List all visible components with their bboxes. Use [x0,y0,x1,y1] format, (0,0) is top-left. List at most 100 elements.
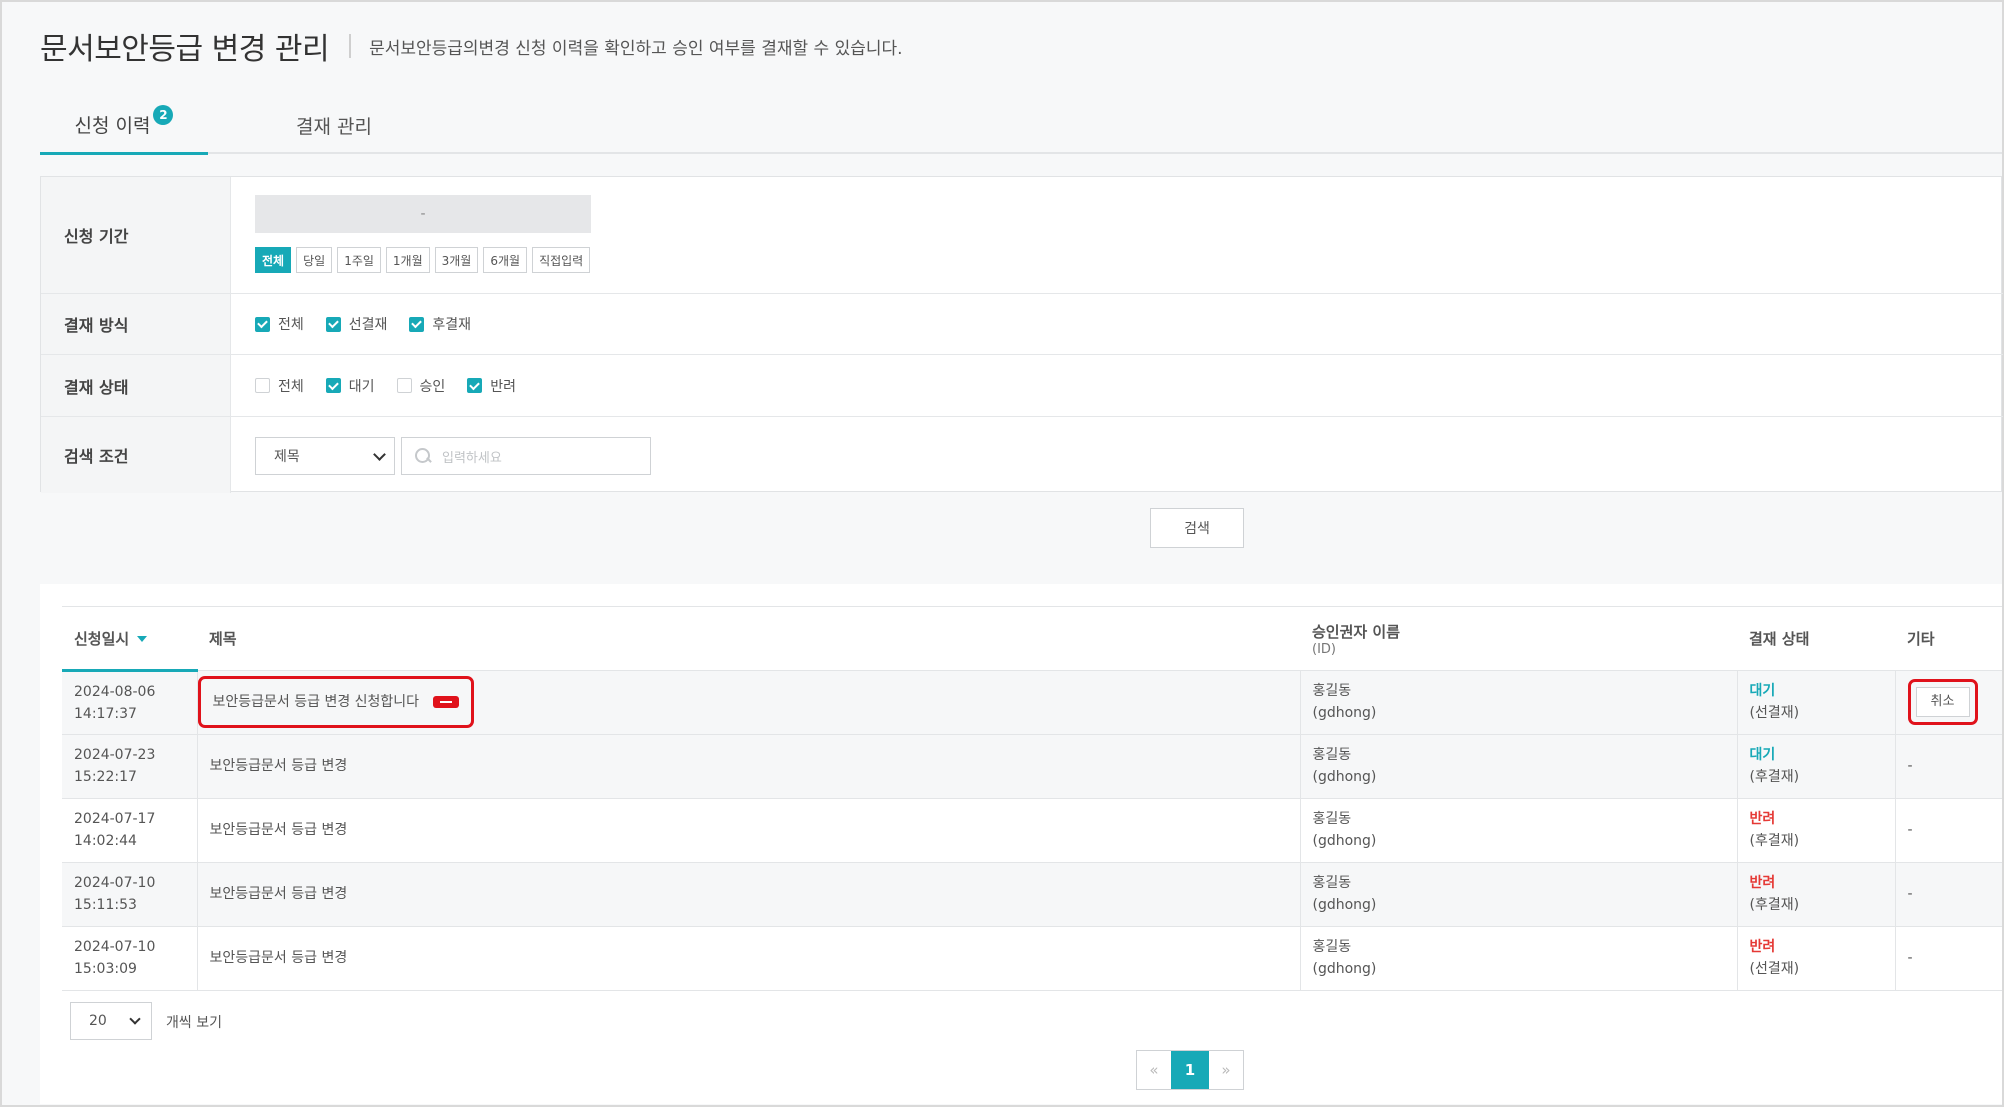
cell-date: 2024-08-06 14:17:37 [62,670,197,735]
search-field-select[interactable]: 제목 [255,437,395,475]
cell-approver: 홍길동 (gdhong) [1299,670,1737,735]
filter-label: 결재 상태 [41,355,231,416]
cell-etc: - [1894,862,2002,927]
row-title-link[interactable]: 보안등급문서 등급 변경 신청합니다 [213,691,420,713]
approver-id: (gdhong) [1312,833,1377,849]
checkbox-icon [396,378,412,393]
column-header-etc: 기타 [1895,608,2002,671]
filter-panel: 신청 기간 - 전체 당일 1주일 1개월 3개월 6개월 직접입력 결재 방식… [40,176,2003,493]
column-header-date[interactable]: 신청일시 [62,608,197,672]
time-text: 15:11:53 [74,897,137,913]
period-button-custom[interactable]: 직접입력 [532,247,591,273]
history-table: 신청일시 제목 승인권자 이름 (ID) 결재 상태 기타 2024-08-06 1… [62,608,2002,991]
tab-approval-management[interactable]: 결재 관리 [250,96,418,154]
filter-content: 제목 입력하세요 [255,417,2003,493]
method-checkbox-pre[interactable]: 선결재 [325,314,388,334]
results-divider [62,606,2002,607]
method-text: (선결재) [1749,705,1800,721]
period-button-3months[interactable]: 3개월 [434,247,479,273]
row-title-link[interactable]: 보안등급문서 등급 변경 [210,758,348,774]
cell-title: 보안등급문서 등급 변경 [196,798,1300,863]
cell-approver: 홍길동 (gdhong) [1299,798,1737,863]
cancel-button[interactable]: 취소 [1915,687,1970,717]
cell-etc: - [1894,734,2002,799]
cell-status: 반려 (후결재) [1736,798,1895,863]
date-separator: - [420,206,426,222]
chevron-down-icon [373,448,386,461]
page-button-current[interactable]: 1 [1171,1051,1209,1089]
method-checkbox-group: 전체 선결재 후결재 [255,294,471,354]
next-page-button[interactable]: » [1209,1051,1243,1089]
pagination: « 1 » [1136,1050,1244,1090]
row-title-link[interactable]: 보안등급문서 등급 변경 [210,950,348,966]
table-header-row: 신청일시 제목 승인권자 이름 (ID) 결재 상태 기타 [62,608,2002,672]
period-button-1month[interactable]: 1개월 [385,247,430,273]
status-checkbox-rejected[interactable]: 반려 [467,376,516,396]
column-label: 기타 [1907,630,1935,649]
time-text: 14:17:37 [74,705,137,722]
filter-content: 전체 선결재 후결재 [255,294,2003,354]
sort-desc-icon [137,636,148,643]
table-row[interactable]: 2024-07-10 15:11:53 보안등급문서 등급 변경 홍길동 (gdho… [62,862,2002,927]
cell-status: 반려 (후결재) [1736,862,1895,927]
row-title-link[interactable]: 보안등급문서 등급 변경 [210,886,348,902]
checkbox-icon [255,378,270,393]
cell-title: 보안등급문서 등급 변경 [196,926,1300,991]
tab-application-history[interactable]: 신청 이력 2 [40,96,208,155]
table-row[interactable]: 2024-07-10 15:03:09 보안등급문서 등급 변경 홍길동 (gdho… [62,926,2002,991]
search-input[interactable]: 입력하세요 [401,437,651,475]
period-button-6months[interactable]: 6개월 [483,247,528,273]
status-checkbox-approved[interactable]: 승인 [396,376,445,396]
title-divider [349,34,352,58]
tab-label: 신청 이력 [74,114,151,137]
table-row[interactable]: 2024-07-17 14:02:44 보안등급문서 등급 변경 홍길동 (gdho… [62,798,2002,863]
tab-count-badge: 2 [153,105,174,125]
row-title-link[interactable]: 보안등급문서 등급 변경 [210,822,348,838]
date-range-input[interactable]: - [255,195,591,233]
cell-date: 2024-07-17 14:02:44 [62,798,197,863]
cell-date: 2024-07-10 15:11:53 [62,862,197,927]
cell-approver: 홍길동 (gdhong) [1299,734,1737,799]
status-badge: 대기 [1749,683,1776,699]
period-button-today[interactable]: 당일 [296,247,333,273]
checkbox-label: 전체 [278,378,304,395]
table-row[interactable]: 2024-08-06 14:17:37 보안등급문서 등급 변경 신청합니다 홍길… [62,670,2002,735]
cell-etc: 취소 [1894,670,2002,735]
checkbox-label: 전체 [278,317,304,333]
page-size-select[interactable]: 20 [70,1002,152,1040]
cell-etc: - [1894,798,2002,863]
filter-row-method: 결재 방식 전체 선결재 후결재 [41,294,2003,355]
method-checkbox-post[interactable]: 후결재 [409,314,471,334]
method-text: (후결재) [1749,833,1800,849]
column-label: 승인권자 이름 [1312,622,1401,641]
results-panel: 신청일시 제목 승인권자 이름 (ID) 결재 상태 기타 2024-08-06 1… [40,584,2002,1104]
table-row[interactable]: 2024-07-23 15:22:17 보안등급문서 등급 변경 홍길동 (gdho… [62,734,2002,799]
filter-content: - 전체 당일 1주일 1개월 3개월 6개월 직접입력 [255,177,2003,293]
column-header-approver: 승인권자 이름 (ID) [1300,608,1737,671]
date-text: 2024-08-06 [74,683,156,700]
cell-approver: 홍길동 (gdhong) [1299,862,1737,927]
date-text: 2024-07-17 [74,811,156,827]
approver-name: 홍길동 [1312,875,1352,891]
period-button-1week[interactable]: 1주일 [337,247,381,273]
checkbox-icon [467,378,483,393]
cell-title: 보안등급문서 등급 변경 신청합니다 [196,670,1300,735]
tab-label: 결재 관리 [296,115,372,138]
period-button-group: 전체 당일 1주일 1개월 3개월 6개월 직접입력 [255,247,591,273]
cell-status: 대기 (선결재) [1736,670,1895,735]
cell-date: 2024-07-10 15:03:09 [62,926,197,991]
method-checkbox-all[interactable]: 전체 [255,314,304,334]
filter-content: 전체 대기 승인 반려 [255,355,2003,416]
filter-label: 결재 방식 [41,294,231,354]
date-text: 2024-07-10 [74,875,156,891]
checkbox-label: 선결재 [348,317,388,333]
checkbox-label: 후결재 [432,317,472,333]
checkbox-label: 반려 [490,378,517,395]
status-checkbox-all[interactable]: 전체 [255,376,304,396]
cell-title: 보안등급문서 등급 변경 [196,862,1300,927]
prev-page-button[interactable]: « [1137,1051,1171,1089]
search-button[interactable]: 검색 [1150,508,1244,548]
period-button-all[interactable]: 전체 [255,247,292,273]
tag-icon [433,696,460,708]
status-checkbox-pending[interactable]: 대기 [325,376,375,396]
